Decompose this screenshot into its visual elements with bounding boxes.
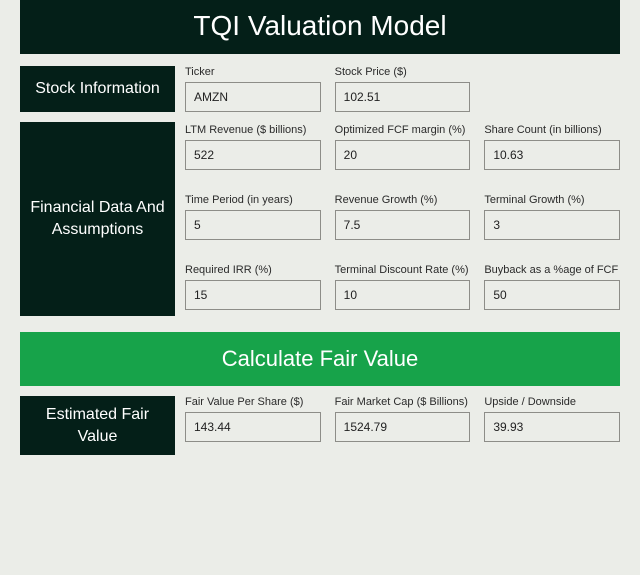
input-rev-growth[interactable] [335,210,471,240]
label-rev-growth: Revenue Growth (%) [335,194,471,206]
field-term-disc: Terminal Discount Rate (%) [335,264,471,310]
page-title: TQI Valuation Model [20,0,620,54]
label-share-count: Share Count (in billions) [484,124,620,136]
section-label-stock: Stock Information [20,66,175,112]
section-label-financial: Financial Data And Assumptions [20,122,175,316]
label-term-growth: Terminal Growth (%) [484,194,620,206]
field-share-count: Share Count (in billions) [484,124,620,170]
output-fv-mktcap [335,412,471,442]
label-fv-mktcap: Fair Market Cap ($ Billions) [335,396,471,408]
fields-estimated: Fair Value Per Share ($) Fair Market Cap… [185,396,620,455]
output-upside [484,412,620,442]
input-time-period[interactable] [185,210,321,240]
label-buyback: Buyback as a %age of FCF [484,264,620,276]
section-label-estimated: Estimated Fair Value [20,396,175,455]
input-req-irr[interactable] [185,280,321,310]
input-term-growth[interactable] [484,210,620,240]
input-stock-price[interactable] [335,82,471,112]
input-buyback[interactable] [484,280,620,310]
section-financial: Financial Data And Assumptions LTM Reven… [20,122,620,316]
input-term-disc[interactable] [335,280,471,310]
field-fv-share: Fair Value Per Share ($) [185,396,321,442]
field-time-period: Time Period (in years) [185,194,321,240]
label-time-period: Time Period (in years) [185,194,321,206]
input-ltm-revenue[interactable] [185,140,321,170]
field-upside: Upside / Downside [484,396,620,442]
label-fcf-margin: Optimized FCF margin (%) [335,124,471,136]
field-fv-mktcap: Fair Market Cap ($ Billions) [335,396,471,442]
field-buyback: Buyback as a %age of FCF [484,264,620,310]
field-rev-growth: Revenue Growth (%) [335,194,471,240]
field-req-irr: Required IRR (%) [185,264,321,310]
field-ticker: Ticker [185,66,321,112]
calculate-button[interactable]: Calculate Fair Value [20,332,620,386]
field-term-growth: Terminal Growth (%) [484,194,620,240]
label-upside: Upside / Downside [484,396,620,408]
label-ticker: Ticker [185,66,321,78]
label-term-disc: Terminal Discount Rate (%) [335,264,471,276]
label-fv-share: Fair Value Per Share ($) [185,396,321,408]
label-req-irr: Required IRR (%) [185,264,321,276]
output-fv-share [185,412,321,442]
input-fcf-margin[interactable] [335,140,471,170]
field-stock-price: Stock Price ($) [335,66,471,112]
fields-stock: Ticker Stock Price ($) [185,66,620,112]
fields-financial: LTM Revenue ($ billions) Optimized FCF m… [185,122,620,316]
input-share-count[interactable] [484,140,620,170]
label-ltm-revenue: LTM Revenue ($ billions) [185,124,321,136]
label-stock-price: Stock Price ($) [335,66,471,78]
field-fcf-margin: Optimized FCF margin (%) [335,124,471,170]
input-ticker[interactable] [185,82,321,112]
section-stock-info: Stock Information Ticker Stock Price ($) [20,66,620,112]
section-estimated: Estimated Fair Value Fair Value Per Shar… [20,396,620,455]
field-ltm-revenue: LTM Revenue ($ billions) [185,124,321,170]
